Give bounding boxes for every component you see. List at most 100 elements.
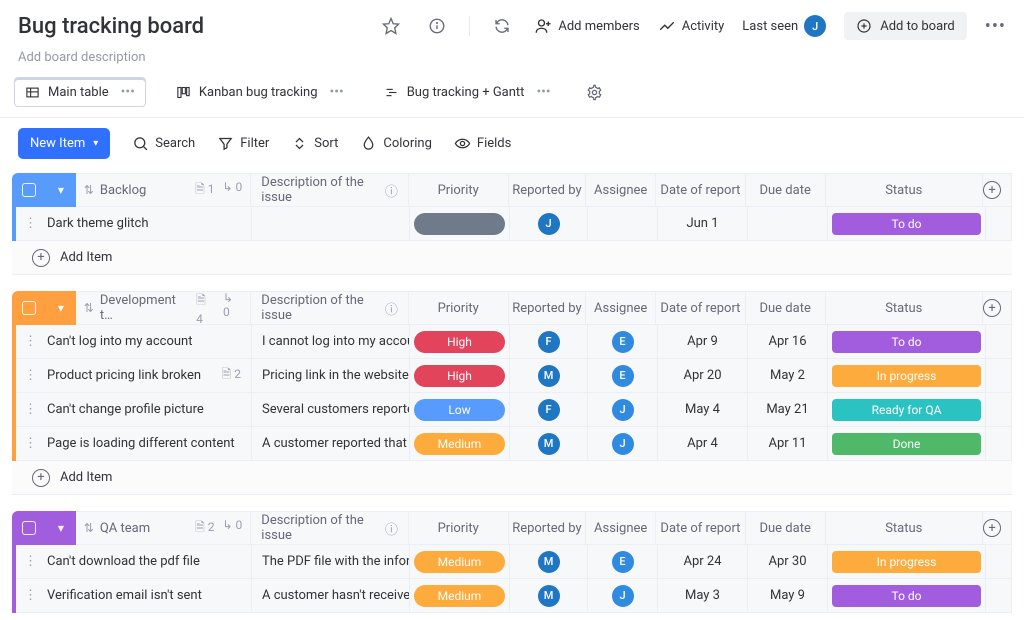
item-reporter[interactable]: J [510, 207, 588, 241]
sort-button[interactable]: Sort [291, 135, 338, 152]
col-date-report[interactable]: Date of report [656, 511, 746, 545]
item-due[interactable]: May 21 [748, 393, 828, 427]
row-menu-icon[interactable]: ⋮ [24, 436, 37, 451]
add-item-row[interactable]: +Add Item [12, 241, 1012, 275]
item-assignee[interactable]: E [588, 359, 658, 393]
col-date-report[interactable]: Date of report [656, 291, 746, 325]
item-description[interactable]: Several customers reported n… [252, 393, 410, 427]
item-date[interactable]: May 3 [658, 579, 748, 613]
sync-icon[interactable] [488, 12, 516, 40]
reporter-avatar[interactable]: F [538, 331, 560, 353]
item-name-cell[interactable]: ⋮ Product pricing link broken 🗎 2 [16, 359, 252, 393]
reporter-avatar[interactable]: M [538, 585, 560, 607]
group-collapse-icon[interactable]: ▾ [46, 173, 76, 207]
col-assignee[interactable]: Assignee [586, 291, 656, 325]
item-description[interactable]: The PDF file with the informati… [252, 545, 410, 579]
reporter-avatar[interactable]: M [538, 551, 560, 573]
item-reporter[interactable]: M [510, 579, 588, 613]
group-checkbox[interactable] [12, 173, 46, 207]
item-priority[interactable]: Medium [410, 427, 510, 461]
item-assignee[interactable] [588, 207, 658, 241]
filter-button[interactable]: Filter [217, 135, 269, 152]
reporter-avatar[interactable]: J [538, 213, 560, 235]
view-tab[interactable]: Bug tracking + Gantt••• [374, 78, 561, 106]
item-status[interactable]: In progress [828, 359, 986, 393]
col-reported-by[interactable]: Reported by [509, 511, 587, 545]
group-checkbox[interactable] [12, 291, 46, 325]
priority-pill[interactable]: Low [414, 399, 505, 421]
more-menu-icon[interactable]: ••• [985, 16, 1006, 37]
item-status[interactable]: To do [828, 325, 986, 359]
item-due[interactable]: May 9 [748, 579, 828, 613]
add-item-row[interactable]: +Add Item [12, 461, 1012, 495]
group-name-cell[interactable]: ⇅ Development t… 🗎 4 ↳ 0 [76, 291, 251, 325]
item-priority[interactable]: Low [410, 393, 510, 427]
item-due[interactable]: Apr 11 [748, 427, 828, 461]
item-priority[interactable]: Medium [410, 545, 510, 579]
item-reporter[interactable]: M [510, 545, 588, 579]
row-menu-icon[interactable]: ⋮ [24, 588, 37, 603]
item-name-cell[interactable]: ⋮ Can't log into my account [16, 325, 252, 359]
add-column[interactable]: + [983, 511, 1012, 545]
fields-button[interactable]: Fields [454, 135, 511, 152]
group-checkbox[interactable] [12, 511, 46, 545]
item-description[interactable] [252, 207, 410, 241]
col-due-date[interactable]: Due date [746, 511, 826, 545]
item-name-cell[interactable]: ⋮ Verification email isn't sent [16, 579, 252, 613]
item-due[interactable]: Apr 30 [748, 545, 828, 579]
col-reported-by[interactable]: Reported by [509, 291, 587, 325]
view-more-icon[interactable]: ••• [121, 84, 135, 100]
priority-pill[interactable]: Medium [414, 433, 505, 455]
col-assignee[interactable]: Assignee [586, 173, 656, 207]
item-status[interactable]: To do [828, 207, 986, 241]
file-badge[interactable]: 🗎 2 [222, 365, 241, 386]
board-description[interactable]: Add board description [0, 44, 1024, 77]
activity-button[interactable]: Activity [658, 17, 725, 35]
col-assignee[interactable]: Assignee [586, 511, 656, 545]
priority-pill[interactable]: Medium [414, 585, 505, 607]
reporter-avatar[interactable]: M [538, 365, 560, 387]
row-menu-icon[interactable]: ⋮ [24, 554, 37, 569]
info-icon[interactable]: ⓘ [385, 181, 398, 200]
item-reporter[interactable]: M [510, 427, 588, 461]
assignee-avatar[interactable]: J [612, 399, 634, 421]
col-priority[interactable]: Priority [409, 173, 509, 207]
col-description[interactable]: Description of the issueⓘ [251, 291, 409, 325]
group-name-cell[interactable]: ⇅ QA team 🗎 2 ↳ 0 [76, 511, 251, 545]
item-status[interactable]: Ready for QA [828, 393, 986, 427]
item-description[interactable]: I cannot log into my account s… [252, 325, 410, 359]
search-button[interactable]: Search [132, 135, 195, 152]
col-date-report[interactable]: Date of report [656, 173, 746, 207]
col-status[interactable]: Status [826, 511, 984, 545]
priority-pill[interactable]: High [414, 365, 505, 387]
last-seen[interactable]: Last seen J [742, 15, 826, 37]
item-name-cell[interactable]: ⋮ Can't change profile picture [16, 393, 252, 427]
col-priority[interactable]: Priority [409, 291, 509, 325]
info-icon[interactable]: ⓘ [385, 519, 398, 538]
item-date[interactable]: Apr 9 [658, 325, 748, 359]
item-priority[interactable]: Medium [410, 579, 510, 613]
item-status[interactable]: Done [828, 427, 986, 461]
view-tab[interactable]: Main table••• [14, 77, 146, 107]
add-column[interactable]: + [983, 291, 1012, 325]
item-priority[interactable] [410, 207, 510, 241]
item-date[interactable]: Jun 1 [658, 207, 748, 241]
item-due[interactable]: May 2 [748, 359, 828, 393]
priority-pill[interactable] [414, 213, 505, 235]
chevron-down-icon[interactable]: ▾ [93, 138, 98, 149]
view-tab[interactable]: Kanban bug tracking••• [166, 78, 354, 106]
item-assignee[interactable]: J [588, 393, 658, 427]
board-title[interactable]: Bug tracking board [18, 14, 377, 39]
views-settings-icon[interactable] [581, 78, 609, 106]
item-description[interactable]: A customer reported that whe… [252, 427, 410, 461]
col-due-date[interactable]: Due date [746, 291, 826, 325]
info-icon[interactable] [423, 12, 451, 40]
item-status[interactable]: To do [828, 579, 986, 613]
coloring-button[interactable]: Coloring [360, 135, 432, 152]
col-due-date[interactable]: Due date [746, 173, 826, 207]
item-date[interactable]: May 4 [658, 393, 748, 427]
item-description[interactable]: A customer hasn't received th… [252, 579, 410, 613]
item-name-cell[interactable]: ⋮ Dark theme glitch [16, 207, 252, 241]
add-column[interactable]: + [983, 173, 1012, 207]
item-name-cell[interactable]: ⋮ Page is loading different content [16, 427, 252, 461]
